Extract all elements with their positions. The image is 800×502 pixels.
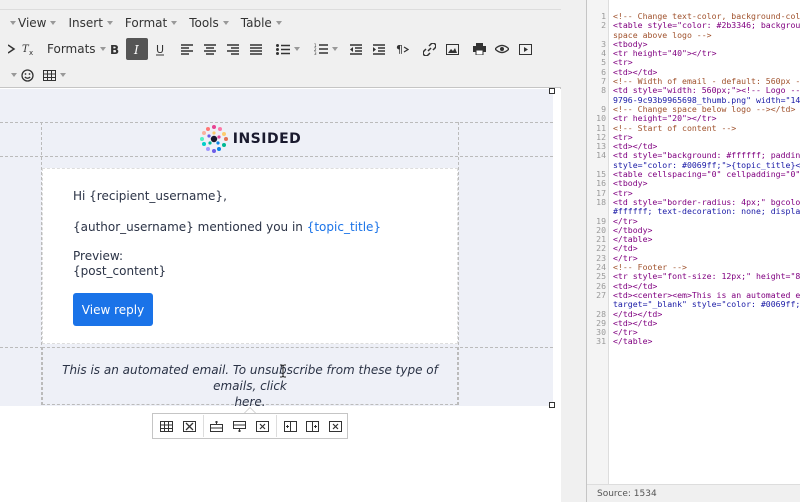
insert-row-after-icon[interactable] bbox=[229, 415, 250, 437]
media-icon[interactable] bbox=[514, 38, 536, 60]
email-card: Hi {recipient_username}, {author_usernam… bbox=[42, 168, 458, 344]
topic-title-link[interactable]: {topic_title} bbox=[307, 220, 381, 234]
svg-text:¶: ¶ bbox=[396, 43, 403, 55]
formats-dropdown[interactable]: Formats bbox=[43, 38, 106, 60]
svg-text:I: I bbox=[133, 43, 139, 55]
menu-table[interactable]: Table bbox=[235, 12, 288, 34]
chevron-down-icon bbox=[59, 73, 66, 77]
line-number: 18 bbox=[596, 196, 606, 207]
line-number: 27 bbox=[596, 289, 606, 300]
chevron-down-icon bbox=[294, 47, 300, 51]
code-text: </table> bbox=[613, 336, 653, 347]
greeting-text: Hi {recipient_username}, bbox=[73, 189, 227, 203]
menu-edit-caret[interactable] bbox=[0, 12, 16, 34]
post-content-text: {post_content} bbox=[73, 264, 167, 278]
logo-wordmark: INSIDED bbox=[232, 131, 302, 147]
menu-format[interactable]: Format bbox=[119, 12, 183, 34]
mention-text: {author_username} mentioned you in {topi… bbox=[73, 220, 381, 234]
footer-line-1: This is an automated email. To unsubscri… bbox=[62, 363, 438, 393]
chevron-down-icon bbox=[222, 21, 229, 25]
preview-icon[interactable] bbox=[491, 38, 513, 60]
preview-label: Preview: bbox=[73, 249, 124, 263]
code-line[interactable]: 31 </table> bbox=[587, 336, 800, 347]
numbered-list-icon[interactable]: 123 bbox=[311, 38, 341, 60]
chevron-down-icon bbox=[50, 21, 57, 25]
align-justify-icon[interactable] bbox=[245, 38, 267, 60]
menubar: View Insert Format Tools Table bbox=[0, 10, 561, 36]
outdent-icon[interactable] bbox=[345, 38, 367, 60]
app-window: View Insert Format Tools Table Tx Format… bbox=[0, 0, 800, 502]
table-properties-icon[interactable] bbox=[156, 415, 177, 437]
text-cursor-icon bbox=[280, 364, 286, 378]
svg-text:x: x bbox=[29, 49, 33, 56]
line-number: 2 bbox=[601, 20, 606, 31]
menu-format-label: Format bbox=[124, 16, 168, 30]
menu-tools[interactable]: Tools bbox=[183, 12, 235, 34]
link-icon[interactable] bbox=[418, 38, 440, 60]
toolbar-separator bbox=[275, 415, 277, 437]
image-icon[interactable] bbox=[441, 38, 463, 60]
chevron-down-icon bbox=[275, 21, 282, 25]
insert-column-before-icon[interactable] bbox=[280, 415, 301, 437]
mention-prefix: {author_username} mentioned you in bbox=[73, 220, 307, 234]
paragraph-direction-icon[interactable]: ¶ bbox=[391, 38, 413, 60]
chevron-down-icon bbox=[106, 21, 113, 25]
editor-content[interactable]: INSIDED Hi {recipient_username}, {author… bbox=[0, 88, 561, 502]
email-logo[interactable]: INSIDED bbox=[42, 122, 458, 156]
view-reply-button[interactable]: View reply bbox=[73, 293, 153, 326]
table-grid-line bbox=[458, 122, 459, 405]
menu-insert-label: Insert bbox=[68, 16, 103, 30]
menu-view[interactable]: View bbox=[12, 12, 62, 34]
menu-view-label: View bbox=[18, 16, 47, 30]
editor-top-strip bbox=[0, 0, 561, 10]
insert-column-after-icon[interactable] bbox=[302, 415, 323, 437]
emoticons-icon[interactable] bbox=[16, 64, 38, 86]
menu-table-label: Table bbox=[240, 16, 272, 30]
toolbar: Tx Formats B I U 1 2 3 ¶ bbox=[0, 36, 561, 88]
align-right-icon[interactable] bbox=[222, 38, 244, 60]
table-grid-line bbox=[0, 156, 553, 157]
formats-label: Formats bbox=[47, 42, 96, 56]
chevron-down-icon bbox=[171, 21, 178, 25]
chevron-down-icon bbox=[332, 47, 338, 51]
underline-button[interactable]: U bbox=[149, 38, 171, 60]
delete-column-icon[interactable] bbox=[325, 415, 346, 437]
line-number: 8 bbox=[601, 85, 606, 96]
delete-row-icon[interactable] bbox=[252, 415, 273, 437]
svg-text:U: U bbox=[156, 43, 164, 56]
source-statusbar: Source: 1534 bbox=[587, 484, 800, 502]
clear-formatting-icon[interactable]: Tx bbox=[17, 38, 39, 60]
menu-tools-label: Tools bbox=[189, 16, 219, 30]
bullet-list-icon[interactable] bbox=[273, 38, 303, 60]
resize-handle[interactable] bbox=[549, 402, 555, 408]
print-icon[interactable] bbox=[468, 38, 490, 60]
align-center-icon[interactable] bbox=[199, 38, 221, 60]
insert-row-before-icon[interactable] bbox=[206, 415, 227, 437]
indent-icon[interactable] bbox=[368, 38, 390, 60]
table-context-toolbar bbox=[152, 413, 348, 439]
source-code-pane[interactable]: 1<!-- Change text-color, background-colo… bbox=[586, 0, 800, 502]
pane-gap bbox=[562, 0, 586, 502]
insided-logo-icon bbox=[199, 125, 228, 153]
source-code[interactable]: 1<!-- Change text-color, background-colo… bbox=[587, 12, 800, 347]
line-number: 14 bbox=[596, 150, 606, 161]
wysiwyg-editor: View Insert Format Tools Table Tx Format… bbox=[0, 0, 561, 502]
italic-button[interactable]: I bbox=[126, 38, 148, 60]
footer-text: This is an automated email. To unsubscri… bbox=[49, 362, 451, 410]
bold-button[interactable]: B bbox=[103, 38, 125, 60]
delete-table-icon[interactable] bbox=[179, 415, 200, 437]
menu-insert[interactable]: Insert bbox=[62, 12, 118, 34]
line-number: 31 bbox=[596, 336, 606, 347]
align-left-icon[interactable] bbox=[176, 38, 198, 60]
svg-text:B: B bbox=[110, 43, 119, 55]
email-footer: This is an automated email. To unsubscri… bbox=[42, 347, 458, 409]
svg-text:3: 3 bbox=[314, 51, 317, 55]
toolbar-separator bbox=[202, 415, 204, 437]
table-insert-icon[interactable] bbox=[41, 64, 67, 86]
resize-handle[interactable] bbox=[549, 88, 555, 94]
